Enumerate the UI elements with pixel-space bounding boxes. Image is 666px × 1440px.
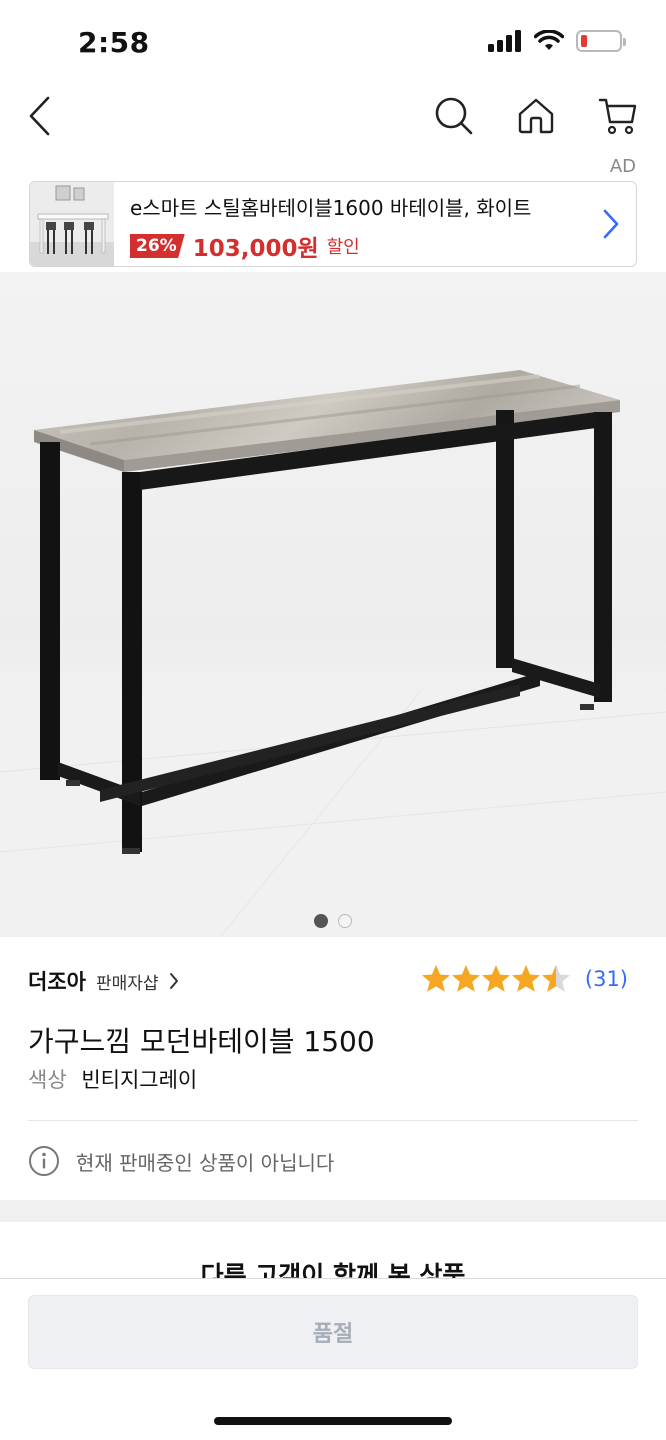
home-icon	[518, 98, 554, 134]
home-button[interactable]	[508, 88, 564, 144]
availability-notice: 현재 판매중인 상품이 아닙니다	[28, 1145, 334, 1177]
wifi-icon	[534, 30, 564, 50]
status-time: 2:58	[78, 26, 150, 59]
ad-title: e스마트 스틸홈바테이블1600 바테이블, 화이트	[130, 196, 532, 220]
seller-link[interactable]: 더조아 판매자샵	[28, 966, 179, 996]
option-label: 색상	[28, 1068, 67, 1092]
rating[interactable]: (31)	[421, 964, 628, 994]
chevron-left-icon	[29, 96, 50, 136]
chevron-right-icon	[169, 973, 178, 989]
product-photo	[0, 370, 666, 937]
product-title: 가구느낌 모던바테이블 1500	[28, 1025, 375, 1058]
chevron-right-icon	[603, 209, 619, 239]
status-bar: 2:58	[0, 0, 666, 80]
seller-name: 더조아	[28, 970, 86, 994]
ad-thumbnail	[30, 182, 114, 266]
ad-price-row: 26% 103,000원 할인	[130, 229, 636, 263]
ad-product-image	[30, 182, 114, 266]
top-nav-bar	[0, 80, 666, 156]
search-button[interactable]	[426, 88, 482, 144]
gallery-dot-1[interactable]	[314, 914, 328, 928]
ad-price: 103,000원	[192, 236, 319, 262]
review-count: (31)	[584, 967, 628, 991]
ad-body: e스마트 스틸홈바테이블1600 바테이블, 화이트 26% 103,000원 …	[114, 182, 636, 266]
ad-label: AD	[609, 156, 636, 177]
back-button[interactable]	[12, 88, 68, 144]
option-row: 색상 빈티지그레이	[28, 1064, 197, 1094]
battery-icon	[576, 30, 626, 52]
gallery-pagination	[0, 914, 666, 928]
info-icon	[29, 1146, 59, 1176]
star-rating-icon	[421, 965, 570, 992]
section-divider	[0, 1200, 666, 1222]
gallery-dot-2[interactable]	[338, 914, 352, 928]
option-value: 빈티지그레이	[81, 1068, 198, 1092]
product-image-gallery[interactable]	[0, 272, 666, 937]
notice-text: 현재 판매중인 상품이 아닙니다	[76, 1150, 335, 1175]
seller-shop-link: 판매자샵	[95, 974, 159, 994]
bottom-action-bar: 품절	[0, 1278, 666, 1440]
cart-button[interactable]	[590, 88, 646, 144]
cart-icon	[598, 98, 637, 135]
ad-discount-badge: 26%	[130, 234, 185, 258]
home-indicator	[214, 1417, 452, 1425]
signal-icon	[488, 30, 521, 52]
divider	[28, 1120, 638, 1121]
soldout-button[interactable]: 품절	[28, 1295, 638, 1369]
related-products-title: 다른 고객이 함께 본 상품	[200, 1261, 466, 1278]
search-icon	[435, 97, 473, 135]
ad-sale-label: 할인	[326, 237, 360, 258]
status-icons	[488, 30, 626, 52]
ad-banner[interactable]: e스마트 스틸홈바테이블1600 바테이블, 화이트 26% 103,000원 …	[29, 181, 637, 267]
